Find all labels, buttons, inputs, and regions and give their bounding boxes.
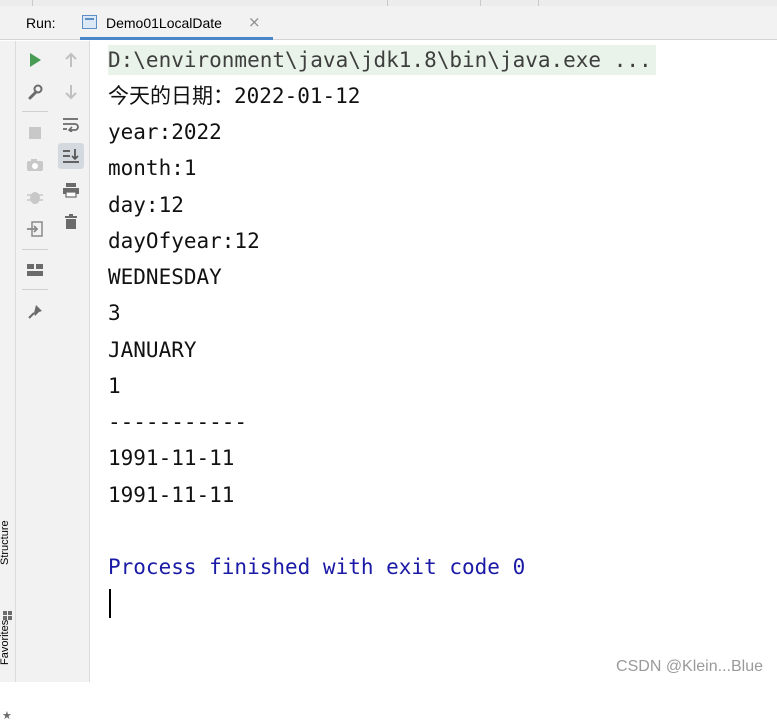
wrench-icon bbox=[28, 84, 43, 100]
favorites-tool-button[interactable]: Favorites bbox=[0, 620, 11, 665]
console-output-line: dayOfyear:12 bbox=[108, 229, 260, 253]
stop-button[interactable] bbox=[22, 120, 48, 146]
layout-button[interactable] bbox=[22, 257, 48, 283]
rerun-icon bbox=[30, 53, 41, 67]
run-config-icon bbox=[82, 15, 97, 29]
edit-config-button[interactable] bbox=[22, 79, 48, 105]
console-output-line: 3 bbox=[108, 301, 121, 325]
run-label: Run: bbox=[26, 15, 56, 31]
close-icon[interactable]: × bbox=[248, 13, 261, 31]
console-output-line: 1991-11-11 bbox=[108, 483, 235, 507]
favorites-star-icon[interactable]: ★ bbox=[2, 709, 12, 722]
text-cursor bbox=[109, 589, 111, 618]
toolbar-separator bbox=[22, 111, 48, 112]
structure-tool-button[interactable]: Structure bbox=[0, 520, 11, 565]
console-output-line: 今天的日期：2022-01-12 bbox=[108, 84, 361, 108]
soft-wrap-icon bbox=[63, 118, 79, 132]
console-output[interactable]: D:\environment\java\jdk1.8\bin\java.exe … bbox=[91, 41, 777, 682]
console-output-line: 1991-11-11 bbox=[108, 446, 235, 470]
stop-icon bbox=[29, 127, 41, 139]
soft-wrap-button[interactable] bbox=[58, 111, 84, 137]
down-stack-button[interactable] bbox=[58, 79, 84, 105]
run-config-tab[interactable]: Demo01LocalDate × bbox=[80, 6, 273, 40]
console-output-line: month:1 bbox=[108, 156, 197, 180]
run-config-tab-title: Demo01LocalDate bbox=[106, 15, 222, 31]
camera-icon bbox=[27, 159, 43, 171]
scroll-to-end-icon bbox=[63, 149, 79, 163]
up-stack-button[interactable] bbox=[58, 47, 84, 73]
watermark: CSDN @Klein...Blue bbox=[616, 658, 763, 675]
dump-threads-button[interactable] bbox=[22, 152, 48, 178]
print-icon bbox=[63, 183, 79, 198]
toolbar-separator bbox=[22, 289, 48, 290]
console-output-line: WEDNESDAY bbox=[108, 265, 222, 289]
run-toolbar-primary bbox=[16, 41, 54, 682]
exit-icon bbox=[27, 221, 43, 237]
layout-icon bbox=[27, 264, 43, 276]
console-output-line: JANUARY bbox=[108, 338, 197, 362]
console-output-line: ----------- bbox=[108, 410, 248, 434]
debug-icon bbox=[27, 192, 43, 204]
pin-tab-button[interactable] bbox=[22, 299, 48, 325]
scroll-to-end-button[interactable] bbox=[58, 143, 84, 169]
debug-button[interactable] bbox=[22, 184, 48, 210]
run-tool-window-header: Run: Demo01LocalDate × bbox=[0, 6, 777, 40]
exit-button[interactable] bbox=[22, 216, 48, 242]
rerun-button[interactable] bbox=[22, 47, 48, 73]
clear-all-button[interactable] bbox=[58, 209, 84, 235]
pin-icon bbox=[28, 305, 42, 319]
console-command-line[interactable]: D:\environment\java\jdk1.8\bin\java.exe … bbox=[108, 45, 656, 75]
print-button[interactable] bbox=[58, 177, 84, 203]
active-tab-indicator bbox=[80, 37, 273, 40]
process-exit-message: Process finished with exit code 0 bbox=[108, 555, 526, 579]
console-output-line: year:2022 bbox=[108, 120, 222, 144]
arrow-down-icon bbox=[65, 85, 77, 100]
run-toolbar-secondary bbox=[54, 41, 90, 682]
toolbar-separator bbox=[22, 249, 48, 250]
arrow-up-icon bbox=[65, 52, 77, 67]
console-output-line: day:12 bbox=[108, 193, 184, 217]
console-output-line: 1 bbox=[108, 374, 121, 398]
trash-icon bbox=[65, 214, 77, 229]
side-tool-strip: Structure Favorites ★ bbox=[0, 41, 16, 722]
